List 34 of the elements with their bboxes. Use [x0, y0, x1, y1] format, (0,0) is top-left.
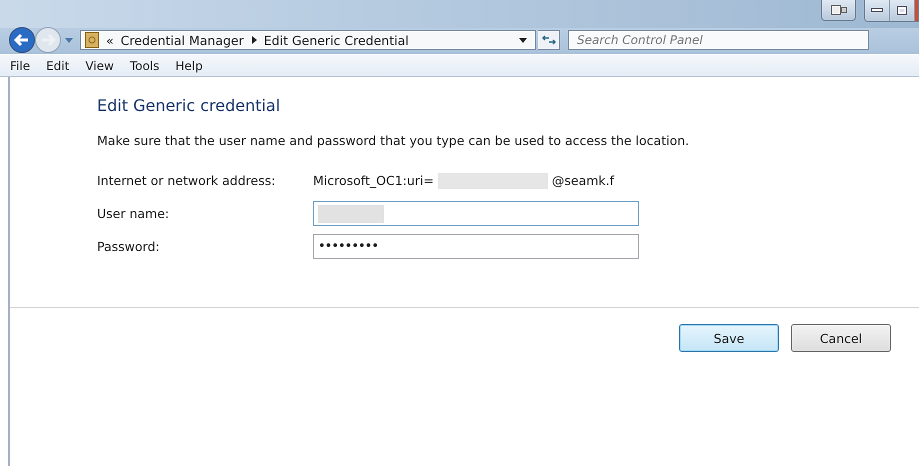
field-label: Password: [97, 239, 161, 254]
username-field[interactable] [313, 201, 639, 226]
menu-item[interactable]: Tools [122, 58, 168, 72]
switch-window-button[interactable] [821, 0, 856, 21]
menu-item[interactable]: Edit [38, 58, 78, 72]
menu-item[interactable]: View [77, 58, 122, 72]
refresh-icon [542, 34, 556, 46]
refresh-button[interactable] [538, 30, 560, 50]
windows-icon [830, 5, 846, 15]
field-label: Internet or network address: [97, 173, 276, 188]
redacted-text [318, 204, 384, 222]
dialog-button[interactable]: Cancel [791, 324, 891, 352]
field-label: User name: [97, 206, 170, 221]
search-field[interactable]: Search Control Panel [568, 30, 869, 50]
breadcrumb-item[interactable]: Credential Manager [120, 32, 244, 48]
maximize-icon [897, 6, 907, 15]
password-field[interactable]: ••••••••• [313, 234, 639, 259]
menu-item[interactable]: Help [167, 58, 211, 72]
breadcrumb-item[interactable]: Edit Generic Credential [264, 32, 409, 48]
minimize-icon [871, 8, 883, 13]
description-text: Make sure that the user name and password that you type can be used to access the location. [97, 133, 690, 148]
overflow-chevron[interactable]: « [106, 32, 114, 48]
dialog-button[interactable]: Save [679, 324, 779, 352]
maximize-button[interactable] [890, 0, 915, 21]
address-suffix: @seamk.f [552, 173, 614, 188]
dropdown-arrow-icon[interactable] [519, 38, 527, 42]
menu-item[interactable]: File [2, 58, 38, 72]
minimize-button[interactable] [865, 0, 890, 21]
breadcrumb-arrow-icon[interactable] [250, 36, 257, 44]
back-button[interactable] [8, 26, 36, 54]
safe-icon [85, 32, 99, 48]
address-prefix: Microsoft_OC1:uri= [313, 173, 434, 188]
page-heading: Edit Generic credential [97, 96, 282, 115]
address-bar[interactable]: « Credential Manager Edit Generic Credential [80, 30, 536, 50]
